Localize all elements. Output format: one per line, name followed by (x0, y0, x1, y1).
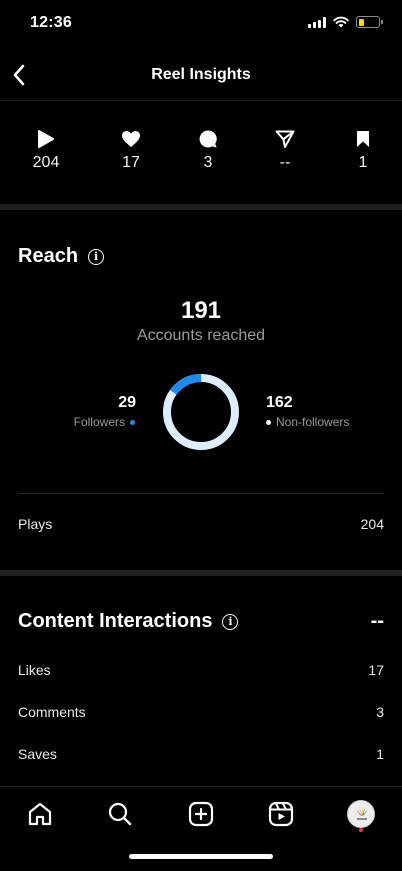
tab-home[interactable] (25, 799, 55, 829)
non-followers-label: Non-followers (276, 415, 350, 429)
create-icon (188, 801, 214, 827)
status-icons (308, 16, 383, 28)
wifi-icon (333, 16, 349, 28)
stat-saves[interactable]: 1 (333, 128, 393, 172)
saves-value: 1 (376, 746, 384, 762)
info-icon[interactable]: i (88, 248, 105, 265)
comments-label: Comments (18, 704, 86, 720)
saves-row: Saves 1 (18, 746, 384, 762)
plays-row: Plays 204 (18, 516, 384, 532)
page-title: Reel Insights (151, 66, 251, 83)
reach-total-label: Accounts reached (136, 327, 266, 344)
plays-value: 204 (360, 516, 384, 532)
tab-reels[interactable] (266, 799, 296, 829)
comments-row: Comments 3 (18, 704, 384, 720)
bookmark-icon (357, 131, 369, 147)
heart-icon (122, 131, 140, 147)
home-indicator (129, 854, 273, 859)
share-icon (275, 130, 295, 148)
play-icon (38, 130, 54, 148)
search-icon (108, 802, 132, 826)
stat-value: 17 (122, 154, 140, 171)
row-divider (18, 493, 384, 494)
likes-label: Likes (18, 662, 51, 678)
notification-dot (359, 828, 363, 832)
stat-value: 204 (32, 154, 60, 171)
stats-row: 204 17 3 -- 1 (0, 128, 402, 178)
followers-legend: Followers (74, 415, 135, 429)
header: Reel Insights (0, 50, 402, 100)
home-icon (28, 802, 52, 826)
likes-row: Likes 17 (18, 662, 384, 678)
non-followers-count: 162 (266, 394, 293, 411)
stat-plays[interactable]: 204 (16, 128, 76, 172)
signal-icon (308, 16, 326, 28)
non-followers-legend: Non-followers (266, 415, 349, 429)
battery-icon (356, 16, 383, 28)
non-followers-dot (266, 419, 271, 425)
status-time: 12:36 (30, 14, 72, 31)
followers-label: Followers (73, 415, 125, 429)
profile-avatar (347, 800, 375, 828)
content-interactions-title-text: Content Interactions (18, 610, 213, 632)
followers-arc (163, 374, 239, 450)
comments-value: 3 (376, 704, 384, 720)
followers-dot (130, 419, 135, 425)
stat-likes[interactable]: 17 (101, 128, 161, 172)
stat-value: 3 (203, 154, 213, 171)
comment-icon (199, 130, 217, 148)
stat-value: -- (279, 154, 291, 171)
reach-title-text: Reach (18, 245, 79, 267)
reach-total: 191 (180, 297, 222, 324)
section-divider (0, 570, 402, 576)
tab-profile[interactable] (346, 799, 376, 829)
stat-comments[interactable]: 3 (178, 128, 238, 172)
followers-count: 29 (118, 394, 136, 411)
tab-create[interactable] (186, 799, 216, 829)
saves-label: Saves (18, 746, 57, 762)
tab-search[interactable] (105, 799, 135, 829)
info-icon[interactable]: i (222, 613, 239, 630)
reach-donut-chart (163, 374, 239, 450)
likes-value: 17 (368, 662, 384, 678)
plays-label: Plays (18, 516, 53, 532)
stat-value: 1 (358, 154, 368, 171)
status-bar: 12:36 (0, 0, 402, 48)
reels-icon (268, 801, 294, 827)
header-divider (0, 100, 402, 101)
reach-title: Reach i (18, 245, 105, 268)
section-divider (0, 204, 402, 210)
stat-shares[interactable]: -- (255, 128, 315, 172)
content-interactions-value: -- (370, 610, 384, 632)
content-interactions-title: Content Interactions i (18, 610, 239, 633)
